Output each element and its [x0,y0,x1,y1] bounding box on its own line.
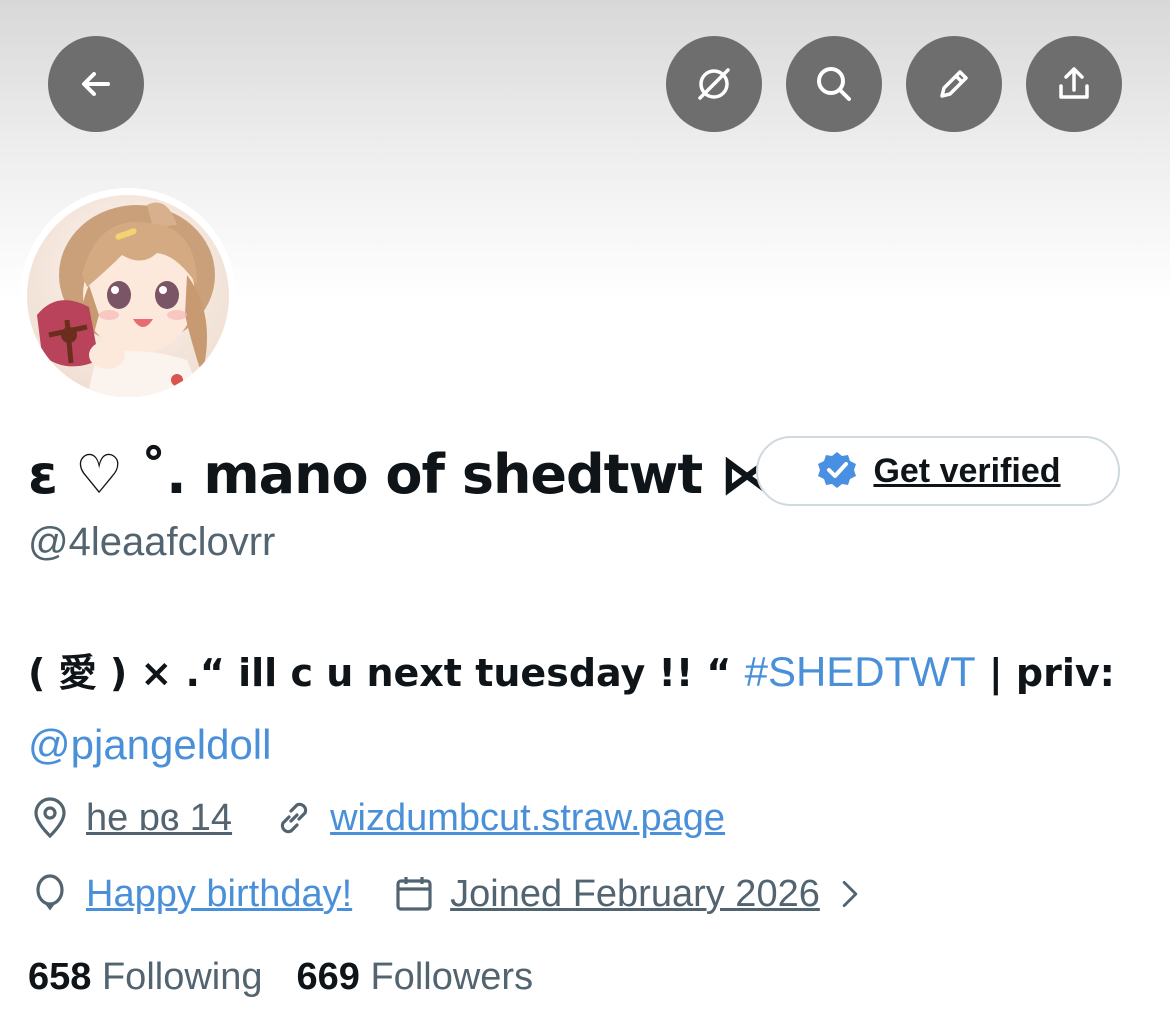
location-pin-icon [34,797,66,839]
website-item[interactable]: wizdumbcut.straw.page [272,796,725,840]
verified-badge-icon [818,452,857,488]
share-icon [1059,67,1089,99]
followers-label: Followers [370,956,534,998]
bio-text-after: | priv: [975,651,1115,695]
grok-button[interactable] [666,36,762,132]
avatar-frame[interactable] [20,188,236,404]
following-label: Following [101,956,263,998]
followers-count: 669 [296,956,360,998]
birthday-link[interactable]: Happy birthday! [86,873,352,916]
profile-meta-row-2: Happy birthday! Joined February 2026 [28,866,906,922]
back-button[interactable] [48,36,144,132]
birthday-item: Happy birthday! [28,872,352,916]
profile-page: ɛ ♡ ˚. mano of shedtwt ⋈ Get verified @4… [0,0,1170,1017]
chevron-right-icon[interactable] [834,878,866,910]
followers-stat[interactable]: 669 Followers [297,956,534,999]
get-verified-label: Get verified [873,451,1061,490]
search-button[interactable] [786,36,882,132]
bio-hashtag-link[interactable]: #SHEDTWT [745,648,976,695]
avatar[interactable] [27,195,229,397]
location-text: he ɒɞ 14 [86,796,233,839]
bio-mention-link[interactable]: @pjangeldoll [28,721,271,768]
avatar-image [27,195,229,397]
website-link[interactable]: wizdumbcut.straw.page [330,797,725,840]
display-name-row: ɛ ♡ ˚. mano of shedtwt ⋈ [28,432,774,516]
link-icon [280,802,308,834]
profile-bio: ( 愛 ) ⨯ .“ ill c u next tuesday !! “ #SH… [28,636,1148,782]
username-handle: @4leaafclovrr [28,520,276,564]
get-verified-button[interactable]: Get verified [756,436,1120,506]
display-name: ɛ ♡ ˚. mano of shedtwt ⋈ [28,442,774,506]
share-button[interactable] [1026,36,1122,132]
arrow-left-icon [82,72,110,96]
follow-stats: 658 Following 669 Followers [28,956,567,999]
calendar-icon [396,877,432,911]
search-icon [817,67,851,101]
bio-text: ( 愛 ) ⨯ .“ ill c u next tuesday !! “ [28,651,745,695]
balloon-icon [36,874,64,911]
grok-icon [698,68,730,100]
joined-date[interactable]: Joined February 2026 [450,873,820,916]
joined-item[interactable]: Joined February 2026 [392,872,866,916]
profile-meta-row-1: he ɒɞ 14 wizdumbcut.straw.page [28,790,765,846]
following-count: 658 [28,956,92,998]
pencil-icon [940,70,968,98]
edit-button[interactable] [906,36,1002,132]
following-stat[interactable]: 658 Following [28,956,263,999]
location-item: he ɒɞ 14 [28,796,232,840]
